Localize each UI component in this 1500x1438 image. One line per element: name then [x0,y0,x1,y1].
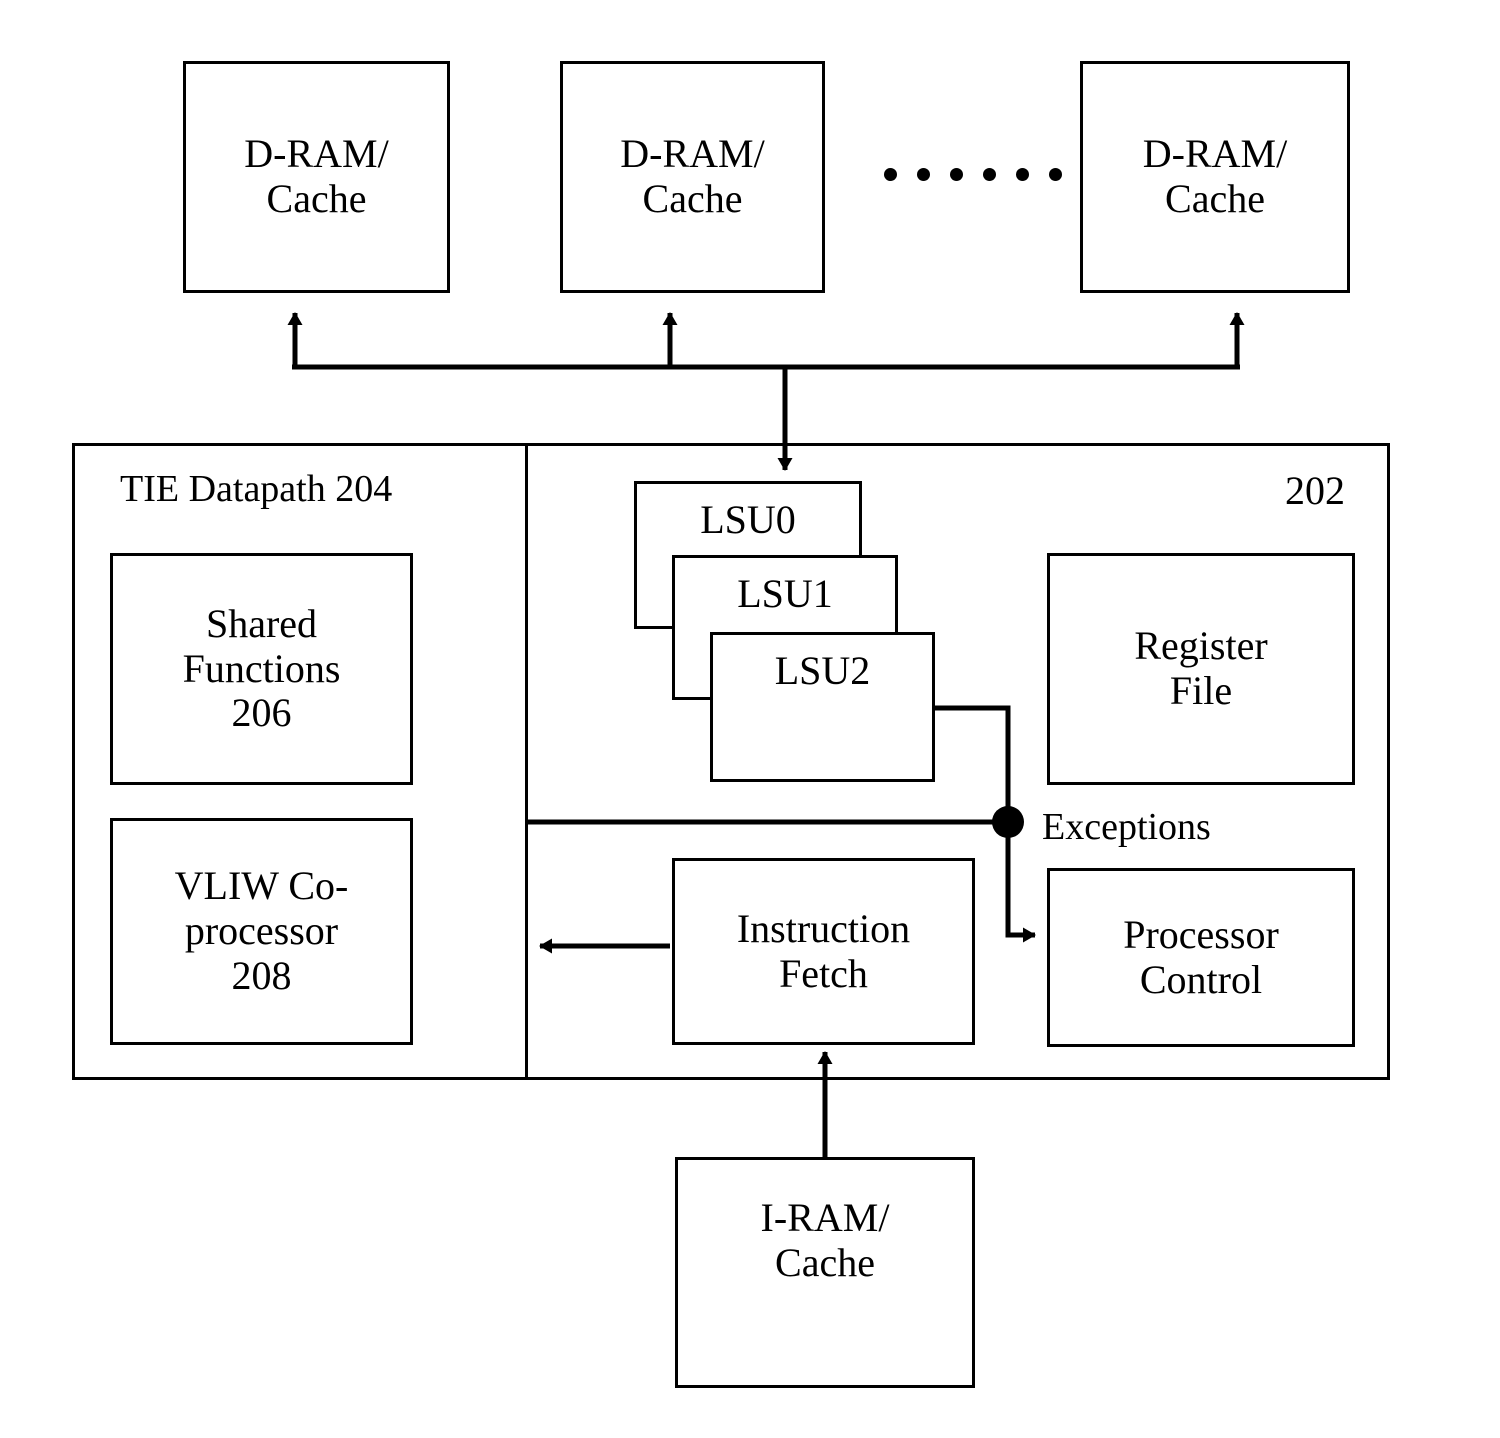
processor-control-line2: Control [1139,956,1263,1002]
ellipsis-dot [884,168,897,181]
vliw-coprocessor-line3: 208 [231,952,292,998]
vliw-coprocessor-block: VLIW Co- processor 208 [110,818,413,1045]
dram-cache-box-1-line2: Cache [266,176,367,221]
iram-cache-line2: Cache [775,1239,875,1285]
lsu2-label: LSU2 [774,648,871,693]
ellipsis-dot [950,168,963,181]
shared-functions-block: Shared Functions 206 [110,553,413,785]
vliw-coprocessor-line2: processor [184,908,339,954]
exceptions-label: Exceptions [1042,806,1211,848]
ellipsis-dot [983,168,996,181]
lsu1-label: LSU1 [737,571,833,616]
processor-id-label: 202 [1285,468,1345,513]
dram-cache-box-2-line1: D-RAM/ [620,131,765,177]
register-file-line2: File [1169,668,1233,713]
processor-control-block: Processor Control [1047,868,1355,1047]
dram-cache-box-1: D-RAM/ Cache [183,61,450,293]
ellipsis-icon [884,168,1062,181]
iram-cache-block: I-RAM/ Cache [675,1157,975,1388]
iram-cache-line1: I-RAM/ [760,1195,890,1240]
dram-cache-box-3: D-RAM/ Cache [1080,61,1350,293]
ellipsis-dot [1016,168,1029,181]
shared-functions-line2: Functions [182,645,341,691]
dram-cache-box-2-line2: Cache [642,176,743,221]
ellipsis-dot [917,168,930,181]
lsu2-block: LSU2 [710,632,935,782]
shared-functions-line3: 206 [231,690,292,736]
lsu0-label: LSU0 [700,497,796,542]
instruction-fetch-line2: Fetch [779,950,868,996]
register-file-line1: Register [1134,623,1268,669]
shared-functions-line1: Shared [205,600,318,646]
dram-cache-box-1-line1: D-RAM/ [244,131,389,177]
dram-cache-box-3-line1: D-RAM/ [1142,131,1288,177]
instruction-fetch-block: Instruction Fetch [672,858,975,1045]
tie-datapath-title: TIE Datapath 204 [120,468,393,510]
dram-cache-box-3-line2: Cache [1165,176,1265,221]
instruction-fetch-line1: Instruction [736,905,911,951]
register-file-block: Register File [1047,553,1355,785]
tie-datapath-divider [525,443,528,1080]
processor-control-line1: Processor [1123,911,1279,957]
vliw-coprocessor-line1: VLIW Co- [174,863,349,909]
ellipsis-dot [1049,168,1062,181]
dram-cache-box-2: D-RAM/ Cache [560,61,825,293]
figure-canvas: D-RAM/ Cache D-RAM/ Cache D-RAM/ Cache T… [0,0,1500,1438]
